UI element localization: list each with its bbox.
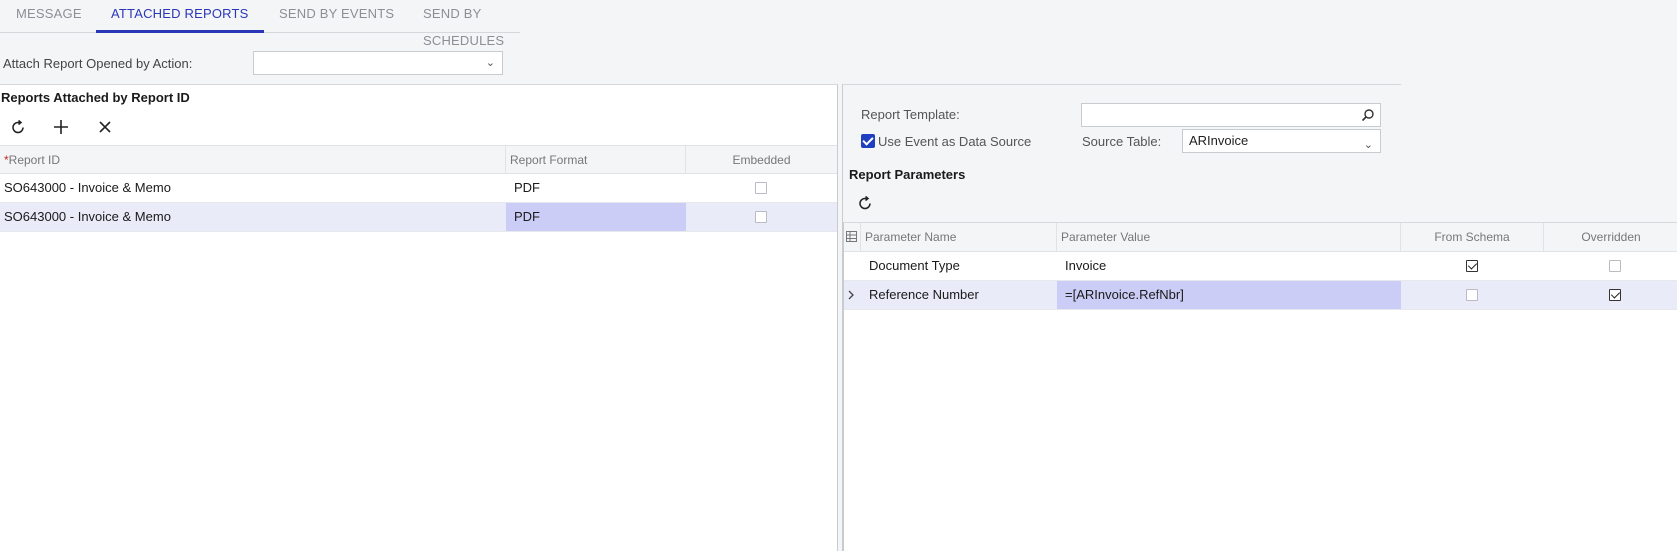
chevron-down-icon: ⌄ bbox=[485, 57, 495, 69]
parameters-refresh-button[interactable] bbox=[853, 191, 877, 215]
column-header-embedded[interactable]: Embedded bbox=[686, 146, 837, 174]
use-event-checkbox[interactable] bbox=[861, 134, 875, 148]
report-format-cell[interactable]: PDF bbox=[506, 174, 686, 202]
table-row[interactable]: Reference Number =[ARInvoice.RefNbr] bbox=[844, 281, 1677, 310]
report-id-cell[interactable]: SO643000 - Invoice & Memo bbox=[0, 203, 506, 231]
refresh-icon bbox=[12, 119, 24, 134]
attach-action-label: Attach Report Opened by Action: bbox=[3, 56, 193, 71]
source-table-select[interactable]: ARInvoice ⌄ bbox=[1182, 129, 1381, 153]
reports-by-id-title: Reports Attached by Report ID bbox=[1, 90, 190, 105]
embedded-checkbox[interactable] bbox=[755, 182, 767, 194]
use-event-label: Use Event as Data Source bbox=[878, 134, 1032, 149]
attach-action-select[interactable]: ⌄ bbox=[253, 51, 503, 75]
column-header-parameter-name[interactable]: Parameter Name bbox=[861, 223, 1057, 251]
report-template-input[interactable] bbox=[1081, 103, 1381, 127]
source-table-value: ARInvoice bbox=[1189, 133, 1249, 148]
tab-attached-reports[interactable]: ATTACHED REPORTS bbox=[96, 0, 264, 33]
report-format-cell[interactable]: PDF bbox=[506, 203, 686, 231]
parameter-value-cell[interactable]: =[ARInvoice.RefNbr] bbox=[1057, 281, 1401, 309]
report-parameters-grid: Parameter Name Parameter Value From Sche… bbox=[843, 222, 1677, 551]
close-icon bbox=[99, 121, 111, 133]
tab-bar: MESSAGE ATTACHED REPORTS SEND BY EVENTS … bbox=[0, 0, 520, 48]
parameter-value-cell[interactable]: Invoice bbox=[1057, 252, 1401, 280]
grid-settings-button[interactable] bbox=[844, 223, 861, 251]
report-template-label: Report Template: bbox=[861, 107, 960, 122]
column-header-report-id[interactable]: *Report ID bbox=[0, 146, 506, 174]
report-id-cell[interactable]: SO643000 - Invoice & Memo bbox=[0, 174, 506, 202]
tab-send-by-schedules[interactable]: SEND BY SCHEDULES bbox=[423, 0, 520, 48]
report-id-header-label: Report ID bbox=[8, 153, 61, 167]
grid-settings-icon bbox=[846, 231, 857, 242]
refresh-icon bbox=[859, 195, 871, 210]
tab-send-by-events[interactable]: SEND BY EVENTS bbox=[279, 0, 394, 33]
chevron-right-icon bbox=[848, 290, 854, 300]
column-header-from-schema[interactable]: From Schema bbox=[1401, 223, 1544, 251]
report-parameters-title: Report Parameters bbox=[849, 167, 966, 182]
column-header-parameter-value[interactable]: Parameter Value bbox=[1057, 223, 1401, 251]
plus-icon bbox=[54, 120, 68, 134]
refresh-button[interactable] bbox=[6, 115, 30, 139]
from-schema-checkbox[interactable] bbox=[1466, 289, 1478, 301]
column-header-report-format[interactable]: Report Format bbox=[506, 146, 686, 174]
table-row[interactable]: Document Type Invoice bbox=[844, 252, 1677, 281]
add-row-button[interactable] bbox=[49, 115, 73, 139]
from-schema-checkbox[interactable] bbox=[1466, 260, 1478, 272]
parameter-name-cell[interactable]: Reference Number bbox=[861, 281, 1057, 309]
overridden-checkbox[interactable] bbox=[1609, 289, 1621, 301]
embedded-checkbox[interactable] bbox=[755, 211, 767, 223]
chevron-down-icon: ⌄ bbox=[1363, 139, 1373, 151]
table-row[interactable]: SO643000 - Invoice & Memo PDF bbox=[0, 174, 837, 203]
parameter-name-cell[interactable]: Document Type bbox=[861, 252, 1057, 280]
column-header-overridden[interactable]: Overridden bbox=[1544, 223, 1677, 251]
delete-row-button[interactable] bbox=[93, 115, 117, 139]
reports-by-id-panel: Reports Attached by Report ID *Report ID… bbox=[0, 84, 838, 551]
tab-message[interactable]: MESSAGE bbox=[16, 0, 82, 33]
overridden-checkbox[interactable] bbox=[1609, 260, 1621, 272]
search-icon[interactable] bbox=[1361, 108, 1375, 122]
parameters-grid-header: Parameter Name Parameter Value From Sche… bbox=[844, 223, 1677, 252]
reports-grid-header: *Report ID Report Format Embedded bbox=[0, 145, 837, 174]
right-top-divider bbox=[843, 84, 1401, 85]
source-table-label: Source Table: bbox=[1082, 134, 1162, 149]
table-row[interactable]: SO643000 - Invoice & Memo PDF bbox=[0, 203, 837, 232]
